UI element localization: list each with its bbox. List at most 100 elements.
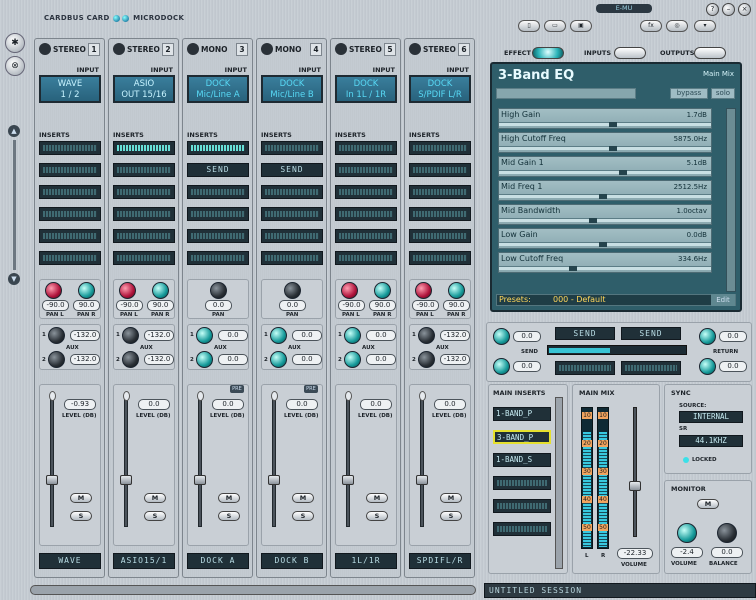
aux2-knob[interactable] xyxy=(344,351,361,368)
main-insert-slot[interactable] xyxy=(493,499,551,513)
level-fader[interactable] xyxy=(120,475,132,485)
pan-right-value[interactable]: 90.0 xyxy=(147,300,174,311)
strip-name[interactable]: DOCK A xyxy=(187,553,249,569)
param-value[interactable]: 1.7dB xyxy=(687,111,707,119)
input-source-display[interactable]: DOCK Mic/Line B xyxy=(261,75,323,103)
insert-slot[interactable] xyxy=(409,229,471,243)
pan-left-value[interactable]: -90.0 xyxy=(338,300,365,311)
monitor-volume-value[interactable]: -2.4 xyxy=(671,547,703,558)
level-value[interactable]: 0.0 xyxy=(286,399,318,410)
menu-chevron-icon[interactable]: ▾ xyxy=(694,20,716,32)
pan-left-knob[interactable] xyxy=(415,282,432,299)
effect-param-row[interactable]: Low Cutoff Freq 334.6Hz xyxy=(498,252,712,273)
level-value[interactable]: 0.0 xyxy=(360,399,392,410)
fader-track[interactable] xyxy=(124,397,128,527)
param-slider[interactable] xyxy=(499,170,711,175)
effect-param-row[interactable]: Low Gain 0.0dB xyxy=(498,228,712,249)
main-insert-slot[interactable]: 3-BAND_P xyxy=(493,430,551,444)
aux1-send-knob[interactable] xyxy=(493,328,510,345)
param-slider-thumb[interactable] xyxy=(609,122,617,127)
pan-left-value[interactable]: -90.0 xyxy=(42,300,69,311)
insert-slot[interactable] xyxy=(113,185,175,199)
strip-name[interactable]: 1L/1R xyxy=(335,553,397,569)
insert-slot[interactable] xyxy=(261,251,323,265)
solo-button[interactable]: S xyxy=(366,511,388,521)
save-session-icon[interactable]: ▣ xyxy=(570,20,592,32)
help-button[interactable]: ? xyxy=(706,3,719,16)
insert-slot[interactable] xyxy=(39,163,101,177)
main-insert-slot[interactable]: 1-BAND_P xyxy=(493,407,551,421)
main-insert-slot[interactable] xyxy=(493,522,551,536)
zoom-icon[interactable]: ◎ xyxy=(666,20,688,32)
insert-slot[interactable] xyxy=(409,251,471,265)
insert-slot[interactable] xyxy=(113,251,175,265)
aux1-value[interactable]: -132.0 xyxy=(70,330,100,341)
insert-slot[interactable] xyxy=(335,163,397,177)
pan-right-knob[interactable] xyxy=(78,282,95,299)
param-slider-thumb[interactable] xyxy=(589,218,597,223)
pre-badge[interactable]: PRE xyxy=(230,385,244,393)
return1-value[interactable]: 0.0 xyxy=(719,331,747,342)
pan-left-value[interactable]: -90.0 xyxy=(412,300,439,311)
aux1-value[interactable]: -132.0 xyxy=(440,330,470,341)
mute-button[interactable]: M xyxy=(366,493,388,503)
fader-track[interactable] xyxy=(50,397,54,527)
insert-slot[interactable] xyxy=(409,141,471,155)
solo-button[interactable]: S xyxy=(440,511,462,521)
aux1-knob[interactable] xyxy=(122,327,139,344)
pan-right-value[interactable]: 90.0 xyxy=(443,300,470,311)
insert-slot[interactable] xyxy=(335,207,397,221)
effect-param-row[interactable]: High Cutoff Freq 5875.0Hz xyxy=(498,132,712,153)
mute-button[interactable]: M xyxy=(144,493,166,503)
session-name-bar[interactable]: UNTITLED SESSION xyxy=(484,583,756,598)
param-slider[interactable] xyxy=(499,218,711,223)
aux2-value[interactable]: -132.0 xyxy=(440,354,470,365)
preset-value[interactable]: 000 - Default xyxy=(553,295,605,305)
left-scrollbar[interactable]: ▲ ▼ xyxy=(8,125,20,285)
param-slider-thumb[interactable] xyxy=(619,170,627,175)
strip-name[interactable]: SPDIFL/R xyxy=(409,553,471,569)
aux1-knob[interactable] xyxy=(270,327,287,344)
send-button-1[interactable]: SEND xyxy=(555,327,615,340)
new-session-icon[interactable]: ▯ xyxy=(518,20,540,32)
effect-param-row[interactable]: Mid Freq 1 2512.5Hz xyxy=(498,180,712,201)
presets-bar[interactable]: Presets: 000 - Default Edit xyxy=(496,294,736,306)
mute-button[interactable]: M xyxy=(218,493,240,503)
aux1-value[interactable]: -132.0 xyxy=(144,330,174,341)
monitor-balance-value[interactable]: 0.0 xyxy=(711,547,743,558)
solo-button[interactable]: S xyxy=(144,511,166,521)
level-value[interactable]: -0.93 xyxy=(64,399,96,410)
minimize-button[interactable]: – xyxy=(722,3,735,16)
monitor-balance-knob[interactable] xyxy=(717,523,737,543)
pan-right-value[interactable]: 90.0 xyxy=(369,300,396,311)
input-source-display[interactable]: DOCK Mic/Line A xyxy=(187,75,249,103)
insert-slot[interactable] xyxy=(39,251,101,265)
aux1-value[interactable]: 0.0 xyxy=(366,330,396,341)
insert-slot[interactable] xyxy=(187,141,249,155)
fader-track[interactable] xyxy=(420,397,424,527)
insert-slot[interactable] xyxy=(261,141,323,155)
pan-value[interactable]: 0.0 xyxy=(205,300,232,311)
aux2-value[interactable]: -132.0 xyxy=(70,354,100,365)
param-value[interactable]: 334.6Hz xyxy=(678,255,707,263)
insert-slot[interactable] xyxy=(113,141,175,155)
strip-name[interactable]: ASIO15/1 xyxy=(113,553,175,569)
send-level-slider[interactable] xyxy=(547,345,687,355)
pan-right-value[interactable]: 90.0 xyxy=(73,300,100,311)
level-value[interactable]: 0.0 xyxy=(434,399,466,410)
level-fader[interactable] xyxy=(194,475,206,485)
strip-name[interactable]: DOCK B xyxy=(261,553,323,569)
preset-edit-button[interactable]: Edit xyxy=(711,294,735,306)
insert-slot[interactable] xyxy=(261,185,323,199)
level-fader[interactable] xyxy=(268,475,280,485)
side-star-icon[interactable]: ✱ xyxy=(5,33,25,53)
insert-slot[interactable] xyxy=(335,251,397,265)
insert-slot[interactable] xyxy=(113,163,175,177)
horizontal-scrollbar[interactable] xyxy=(30,585,476,595)
effect-param-row[interactable]: High Gain 1.7dB xyxy=(498,108,712,129)
open-session-icon[interactable]: ▭ xyxy=(544,20,566,32)
send-insert-slot-1[interactable] xyxy=(555,361,615,375)
tab-outputs[interactable] xyxy=(694,47,726,59)
aux1-knob[interactable] xyxy=(418,327,435,344)
param-value[interactable]: 1.0octav xyxy=(677,207,707,215)
